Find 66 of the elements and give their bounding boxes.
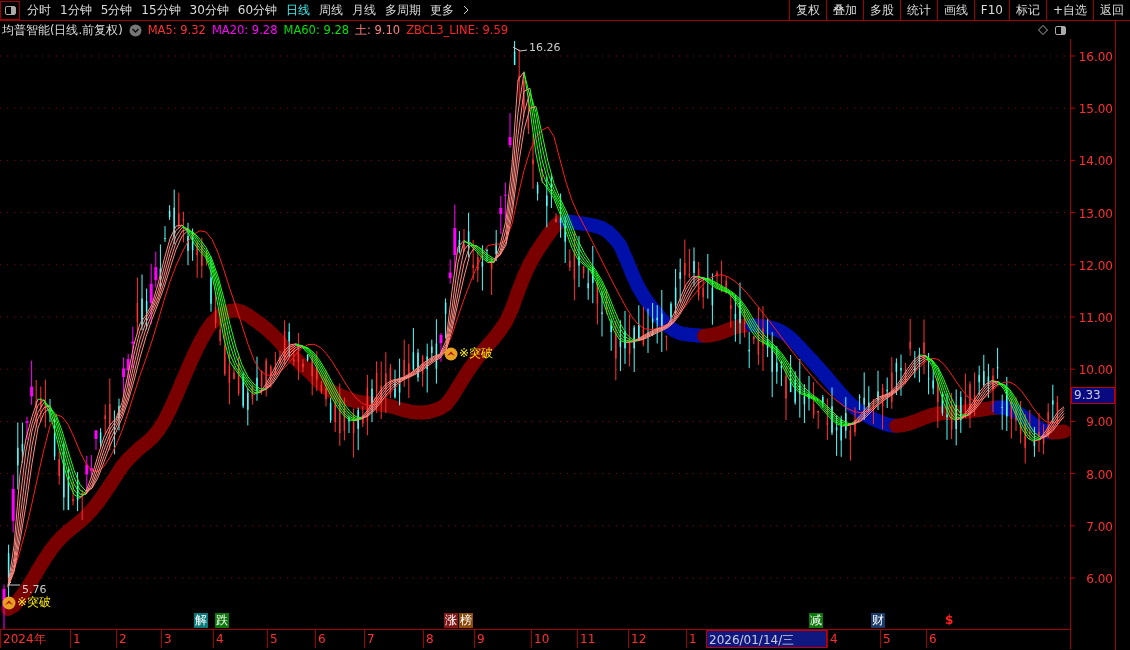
current-price-tag: 9.33 [1071, 387, 1115, 404]
price-tick-label: 13.00 [1078, 206, 1113, 221]
low-price-label: 5.76 [22, 583, 47, 596]
date-axis-label: 5 [267, 630, 315, 648]
event-marker[interactable]: 财 [871, 613, 885, 628]
price-tick-label: 11.00 [1078, 311, 1113, 325]
panel-toggle-icon[interactable] [0, 0, 20, 20]
breakout-icon [2, 595, 16, 610]
indicator-value: MA60: 9.28 [283, 23, 349, 37]
price-tick-label: 6.00 [1086, 572, 1113, 586]
price-tick-label: 14.00 [1078, 154, 1113, 169]
price-tick-label: 7.00 [1086, 519, 1113, 534]
breakout-signal-label: ※突破 [17, 594, 52, 611]
date-axis-label: 8 [423, 630, 474, 648]
event-marker[interactable]: 跌 [215, 613, 229, 628]
breakout-signal-label: ※突破 [459, 345, 494, 362]
dropdown-icon[interactable] [128, 23, 142, 37]
date-axis-label: 7 [364, 630, 423, 648]
date-axis-label: 12 [628, 630, 686, 648]
event-marker[interactable]: 涨 [444, 613, 458, 628]
date-axis-label: 10 [531, 630, 577, 648]
date-axis-label: 6 [926, 630, 975, 648]
chevron-right-icon[interactable] [463, 5, 470, 15]
indicator-value: 土: 9.10 [355, 22, 401, 38]
date-axis-label: 2024年 [0, 630, 70, 648]
breakout-icon [444, 346, 458, 361]
event-marker[interactable]: 减 [809, 613, 823, 628]
period-tab[interactable]: 1分钟 [60, 1, 92, 19]
indicator-value: ZBCL3_LINE: 9.59 [406, 23, 509, 37]
date-axis-label: 2 [116, 630, 161, 648]
date-axis-label: 1 [70, 630, 116, 648]
event-marker[interactable]: $ [944, 613, 955, 628]
date-axis-label: 4 [213, 630, 267, 648]
event-marker[interactable]: 解 [194, 613, 208, 628]
date-axis-label: 4 [827, 630, 880, 648]
panel-toggle-icon[interactable] [1054, 24, 1066, 36]
price-tick-label: 10.00 [1078, 363, 1113, 378]
period-tab[interactable]: 月线 [352, 1, 377, 19]
period-tab[interactable]: 多周期 [385, 1, 422, 19]
leader-line [7, 581, 21, 586]
price-tick-label: 16.00 [1078, 50, 1113, 64]
indicator-value: MA20: 9.28 [211, 23, 278, 37]
date-axis-label: 5 [880, 630, 926, 648]
event-marker[interactable]: 榜 [459, 613, 473, 628]
period-tab[interactable]: 更多 [430, 1, 455, 19]
period-tab[interactable]: 15分钟 [141, 1, 181, 19]
period-tab[interactable]: 日线 [286, 1, 311, 19]
price-tick-label: 9.00 [1086, 415, 1113, 430]
period-tab[interactable]: 5分钟 [100, 1, 133, 19]
period-tab[interactable]: 60分钟 [237, 1, 278, 19]
price-tick-label: 12.00 [1078, 258, 1113, 273]
date-axis-label: 2026/01/14/三 [706, 630, 827, 648]
period-tab[interactable]: 分时 [27, 1, 51, 19]
diamond-icon[interactable] [1038, 25, 1048, 35]
period-tab[interactable]: 周线 [319, 1, 344, 19]
high-price-label: 16.26 [529, 41, 561, 54]
period-tab[interactable]: 30分钟 [189, 1, 229, 19]
date-axis-label: 11 [577, 630, 628, 648]
date-axis-label: 3 [161, 630, 213, 648]
leader-line [512, 46, 528, 52]
date-axis-label: 9 [474, 630, 531, 648]
stock-title: 均普智能(日线.前复权) [2, 22, 123, 38]
price-tick-label: 8.00 [1086, 467, 1113, 482]
price-tick-label: 15.00 [1078, 102, 1113, 117]
date-axis-label: 6 [315, 630, 364, 648]
indicator-value: MA5: 9.32 [147, 23, 206, 37]
